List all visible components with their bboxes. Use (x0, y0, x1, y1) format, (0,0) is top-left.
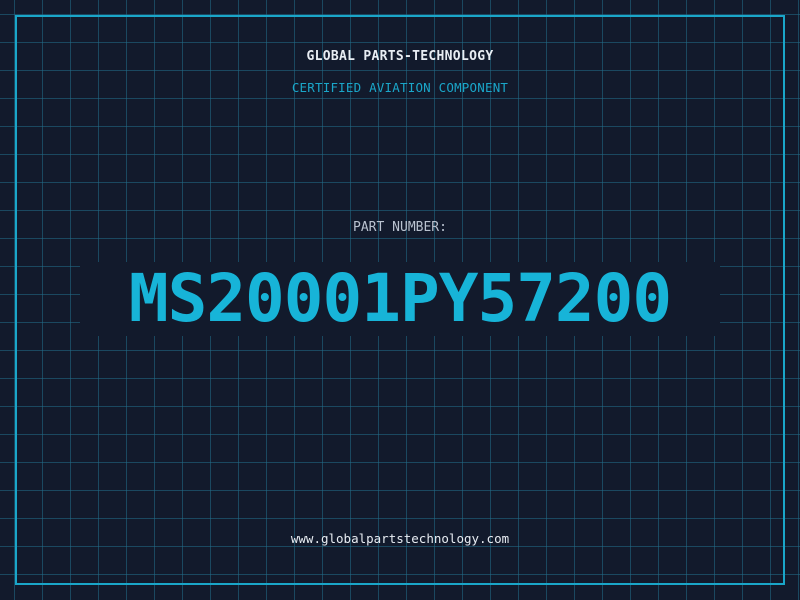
component-subtitle: CERTIFIED AVIATION COMPONENT (291, 80, 509, 95)
certificate-canvas: GLOBAL PARTS-TECHNOLOGY CERTIFIED AVIATI… (0, 0, 800, 600)
part-number-label: PART NUMBER: (353, 220, 447, 235)
website-link[interactable]: www.globalpartstechnology.com (0, 531, 800, 546)
part-number-value: MS20001PY57200 (128, 260, 672, 337)
company-name: GLOBAL PARTS-TECHNOLOGY (306, 49, 494, 64)
